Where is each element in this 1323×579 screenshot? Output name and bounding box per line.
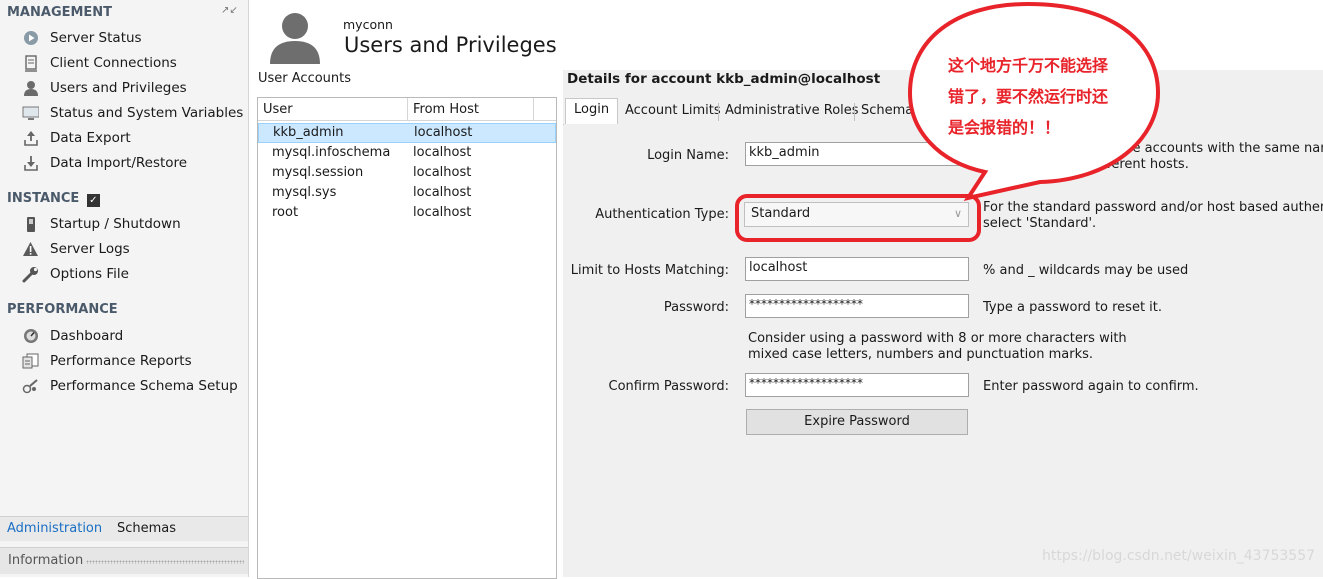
annotation-overlay (735, 1, 1161, 242)
annotation-line: 这个地方千万不能选择 (948, 56, 1109, 75)
annotation-line: 错了，要不然运行时还 (948, 87, 1109, 106)
annotation-line: 是会报错的！！ (948, 118, 1061, 137)
highlight-box (735, 194, 981, 242)
watermark-text: https://blog.csdn.net/weixin_43753557 (1042, 548, 1316, 564)
annotation-text: 这个地方千万不能选择 错了，要不然运行时还 是会报错的！！ (948, 50, 1108, 143)
